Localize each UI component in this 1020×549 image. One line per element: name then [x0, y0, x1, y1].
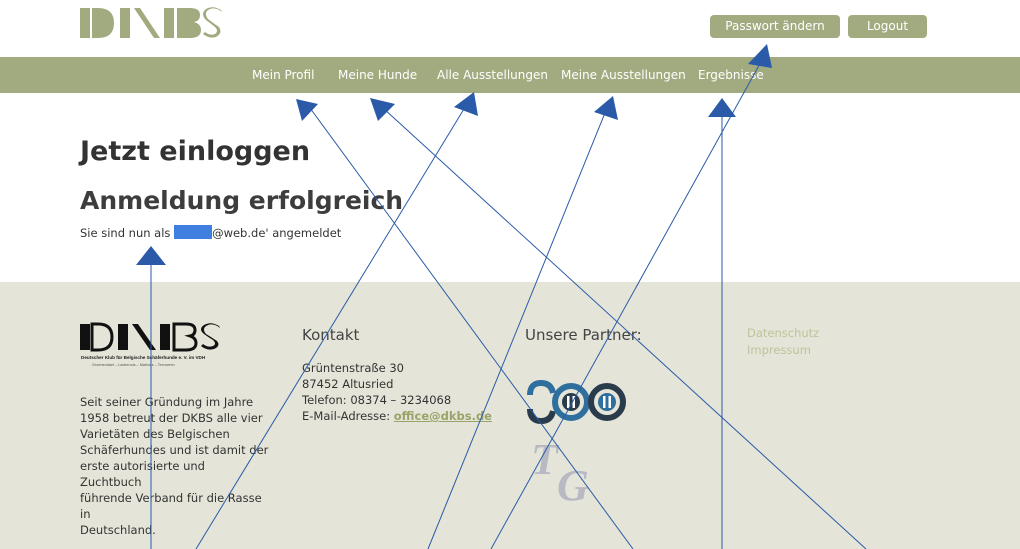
nav-results[interactable]: Ergebnisse [698, 57, 764, 93]
footer-logo-subtitle: Deutscher Klub für Belgische Schäferhund… [81, 355, 206, 360]
dkbs-logo[interactable] [80, 6, 225, 45]
about-line: Varietäten des Belgischen [80, 427, 230, 441]
partner-logo-1[interactable] [527, 377, 632, 432]
about-line: 1958 betreut der DKBS alle vier [80, 411, 263, 425]
nav-my-dogs[interactable]: Meine Hunde [338, 57, 417, 93]
arrowhead-icon [136, 246, 166, 265]
arrowhead-icon [594, 96, 618, 120]
arrowhead-icon [296, 99, 318, 121]
change-password-button[interactable]: Passwort ändern [710, 15, 840, 38]
about-line: Deutschland. [80, 523, 156, 537]
nav-all-shows[interactable]: Alle Ausstellungen [437, 57, 548, 93]
footer-logo: Deutscher Klub für Belgische Schäferhund… [80, 322, 225, 375]
login-message-prefix: Sie sind nun als [80, 226, 175, 240]
redacted-username [174, 225, 213, 239]
imprint-link[interactable]: Impressum [747, 343, 811, 357]
site-header: Passwort ändern Logout [0, 0, 1020, 56]
page-title: Jetzt einloggen [80, 136, 311, 167]
partner-logo-2[interactable]: T G [531, 434, 611, 510]
arrowhead-icon [370, 98, 395, 121]
address-street: Grüntenstraße 30 [302, 361, 404, 375]
main-nav: Mein Profil Meine Hunde Alle Ausstellung… [0, 57, 1020, 93]
about-line: erste autorisierte und Zuchtbuch [80, 459, 205, 489]
partner-logo-2-g: G [557, 461, 589, 504]
nav-my-shows[interactable]: Meine Ausstellungen [561, 57, 686, 93]
contact-heading: Kontakt [302, 326, 360, 344]
site-footer: Deutscher Klub für Belgische Schäferhund… [0, 282, 1020, 549]
login-message-suffix: @web.de' angemeldet [212, 226, 342, 240]
phone-number: Telefon: 08374 – 3234068 [302, 393, 452, 407]
contact-details: Grüntenstraße 30 87452 Altusried Telefon… [302, 360, 492, 424]
email-link[interactable]: office@dkbs.de [394, 409, 492, 423]
about-line: führende Verband für die Rasse in [80, 491, 262, 521]
partners-heading: Unsere Partner: [525, 326, 642, 344]
about-line: Seit seiner Gründung im Jahre [80, 395, 254, 409]
about-text: Seit seiner Gründung im Jahre 1958 betre… [80, 394, 270, 538]
email-line: E-Mail-Adresse: office@dkbs.de [302, 408, 492, 424]
about-line: Schäferhundes und ist damit der [80, 443, 269, 457]
logout-button[interactable]: Logout [848, 15, 927, 38]
arrowhead-icon [454, 92, 478, 116]
privacy-link[interactable]: Datenschutz [747, 326, 819, 340]
email-label: E-Mail-Adresse: [302, 409, 394, 423]
login-message: Sie sind nun als @web.de' angemeldet [80, 225, 341, 240]
nav-my-profile[interactable]: Mein Profil [252, 57, 314, 93]
arrowhead-icon [708, 98, 736, 117]
footer-logo-varieties: Groenendael – Laekenois – Malinois – Ter… [92, 363, 175, 367]
success-heading: Anmeldung erfolgreich [80, 186, 404, 215]
address-city: 87452 Altusried [302, 377, 394, 391]
partner-logo-2-t: T [531, 435, 560, 484]
